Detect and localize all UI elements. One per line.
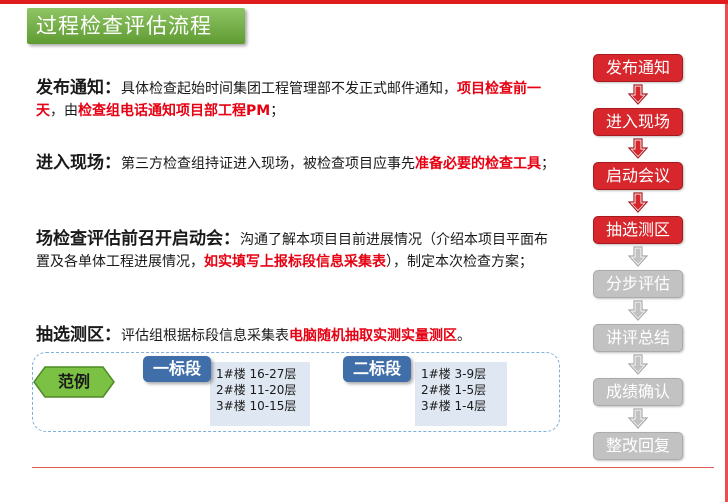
list-item: 1#楼 3-9层	[421, 367, 487, 381]
section-highlight-0-3: 检查组电话通知项目部工程PM	[78, 103, 271, 119]
example-badge-label: 范例	[57, 372, 90, 391]
section-text-0-0: 具体检查起始时间集团工程管理部不发正式邮件通知，	[121, 81, 457, 97]
segment-2-floor-list: 1#楼 3-9层 2#楼 1-5层 3#楼 1-4层	[415, 362, 507, 426]
section-text-1-0: 第三方检查组持证进入现场，被检查项目应事先	[121, 156, 415, 172]
section-text-0-4: ；	[270, 103, 285, 119]
flow-step: 启动会议	[593, 162, 683, 190]
section-select-zone: 抽选测区：评估组根据标段信息采集表电脑随机抽取实测实量测区。	[36, 324, 556, 347]
section-text-1-2: ；	[541, 156, 555, 172]
flow-step: 整改回复	[593, 432, 683, 460]
section-text-0-2: ，由	[50, 103, 78, 119]
list-item: 2#楼 1-5层	[421, 383, 487, 397]
top-accent-line	[0, 0, 728, 4]
section-kickoff-meeting: 场检查评估前召开启动会：沟通了解本项目目前进展情况（介绍本项目平面布置及各单体工…	[36, 228, 556, 273]
flow-step: 进入现场	[593, 108, 683, 136]
section-enter-site: 进入现场：第三方检查组持证进入现场，被检查项目应事先准备必要的检查工具；	[36, 152, 556, 175]
section-highlight-2-1: 如实填写上报标段信息采集表	[204, 254, 386, 270]
down-arrow-icon	[627, 300, 649, 322]
page-title: 过程检查评估流程	[27, 8, 245, 44]
down-arrow-icon	[627, 408, 649, 430]
list-item: 3#楼 1-4层	[421, 399, 487, 413]
down-arrow-icon	[627, 354, 649, 376]
section-heading: 抽选测区：	[36, 325, 121, 345]
example-badge: 范例	[33, 366, 115, 398]
down-arrow-icon	[627, 84, 649, 106]
section-release-notice: 发布通知：具体检查起始时间集团工程管理部不发正式邮件通知，项目检查前一天，由检查…	[36, 77, 556, 122]
section-text-3-2: 。	[457, 328, 471, 344]
list-item: 2#楼 11-20层	[216, 383, 297, 397]
flow-step: 分步评估	[593, 270, 683, 298]
flow-step: 讲评总结	[593, 324, 683, 352]
section-heading: 进入现场：	[36, 153, 121, 173]
segment-2-tag: 二标段	[343, 356, 411, 382]
section-heading: 发布通知：	[36, 78, 121, 98]
down-arrow-icon	[627, 138, 649, 160]
section-highlight-1-1: 准备必要的检查工具	[415, 156, 541, 172]
section-text-3-0: 评估组根据标段信息采集表	[121, 328, 289, 344]
down-arrow-icon	[627, 246, 649, 268]
list-item: 3#楼 10-15层	[216, 399, 297, 413]
section-heading: 场检查评估前召开启动会：	[36, 229, 240, 249]
segment-1-tag: 一标段	[143, 356, 211, 382]
bottom-divider	[32, 467, 714, 468]
flow-step: 抽选测区	[593, 216, 683, 244]
section-text-2-2: ），制定本次检查方案；	[386, 254, 533, 270]
flow-step: 发布通知	[593, 54, 683, 82]
list-item: 1#楼 16-27层	[216, 367, 297, 381]
flow-step: 成绩确认	[593, 378, 683, 406]
section-highlight-3-1: 电脑随机抽取实测实量测区	[289, 328, 457, 344]
segment-1-floor-list: 1#楼 16-27层 2#楼 11-20层 3#楼 10-15层	[210, 362, 310, 426]
down-arrow-icon	[627, 192, 649, 214]
